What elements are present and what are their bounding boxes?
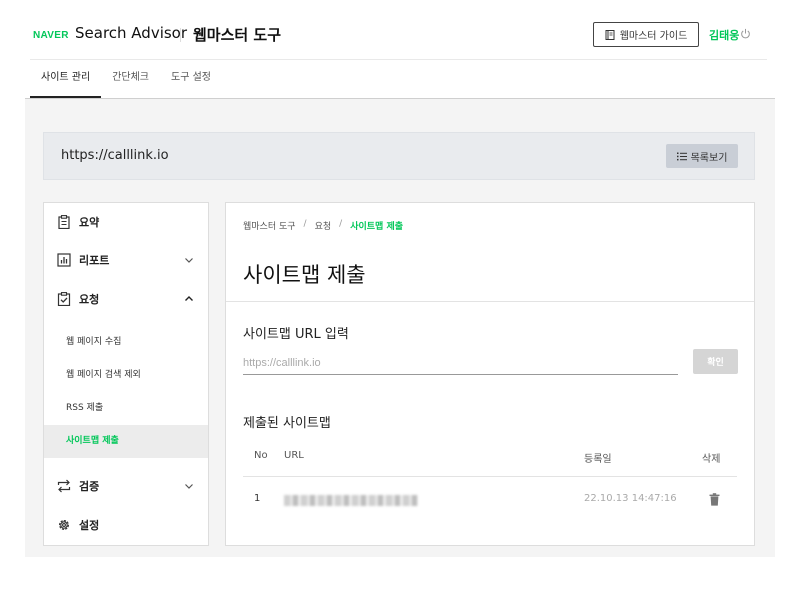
- brand-title[interactable]: Search Advisor: [75, 24, 187, 42]
- sidebar-subitem-page-collect[interactable]: 웹 페이지 수집: [44, 326, 208, 359]
- header: NAVER Search Advisor 웹마스터 도구 웹마스터 가이드 김태…: [0, 0, 801, 60]
- page-title: 사이트맵 제출: [243, 263, 366, 287]
- column-header-date: 등록일: [584, 454, 612, 465]
- tab-site-management[interactable]: 사이트 관리: [30, 60, 102, 98]
- site-bar: https://calllink.io 목록보기: [43, 132, 755, 180]
- sidebar-item-label: 리포트: [79, 254, 110, 267]
- sidebar-item-report[interactable]: 리포트: [44, 242, 208, 278]
- breadcrumb: 웹마스터 도구 / 요청 / 사이트맵 제출: [243, 219, 403, 232]
- row-no: 1: [254, 493, 261, 504]
- sidebar-item-settings[interactable]: 설정: [44, 507, 208, 543]
- chevron-down-icon: [185, 484, 193, 489]
- logout-power-icon[interactable]: [740, 28, 751, 39]
- breadcrumb-item-webmaster[interactable]: 웹마스터 도구: [243, 219, 296, 232]
- input-section-label: 사이트맵 URL 입력: [243, 327, 349, 342]
- naver-logo[interactable]: NAVER: [33, 30, 69, 41]
- book-icon: [605, 29, 615, 40]
- sidebar-subitem-sitemap-submit[interactable]: 사이트맵 제출: [44, 425, 208, 458]
- breadcrumb-separator: /: [303, 219, 307, 229]
- gear-icon: [58, 519, 70, 531]
- clipboard-check-icon: [57, 292, 71, 306]
- sidebar-subitem-page-exclude[interactable]: 웹 페이지 검색 제외: [44, 359, 208, 392]
- redacted-sitemap-url[interactable]: [284, 495, 418, 506]
- guide-button-label: 웹마스터 가이드: [619, 31, 688, 42]
- sidebar-item-label: 요약: [79, 216, 100, 229]
- brand-divider: [180, 28, 181, 42]
- sitemap-url-input[interactable]: [243, 351, 678, 375]
- sidebar-item-verify[interactable]: 검증: [44, 468, 208, 504]
- column-header-no: No: [254, 450, 268, 461]
- site-url: https://calllink.io: [61, 148, 169, 163]
- list-icon: [676, 152, 687, 160]
- sidebar: 요약 리포트 요청 웹 페이지 수집 웹 페이지 검색 제외 RSS 제출 사이…: [43, 202, 209, 546]
- breadcrumb-item-request[interactable]: 요청: [315, 219, 332, 232]
- list-view-button[interactable]: 목록보기: [666, 144, 738, 168]
- confirm-button[interactable]: 확인: [693, 349, 738, 374]
- brand-subtitle[interactable]: 웹마스터 도구: [193, 24, 281, 45]
- user-name-link[interactable]: 김태웅: [709, 27, 739, 43]
- tab-tool-settings[interactable]: 도구 설정: [160, 60, 222, 98]
- tab-quick-check[interactable]: 간단체크: [101, 60, 160, 98]
- swap-arrows-icon: [57, 479, 71, 493]
- column-header-delete: 삭제: [702, 454, 721, 465]
- sidebar-item-summary[interactable]: 요약: [44, 204, 208, 240]
- top-tabs: 사이트 관리 간단체크 도구 설정: [30, 60, 222, 98]
- chevron-down-icon: [185, 258, 193, 263]
- webmaster-guide-button[interactable]: 웹마스터 가이드: [593, 22, 699, 47]
- sidebar-item-label: 설정: [79, 519, 100, 532]
- table-header-divider: [243, 476, 737, 477]
- title-divider: [226, 301, 754, 302]
- sidebar-item-label: 검증: [79, 480, 100, 493]
- table-section-label: 제출된 사이트맵: [243, 416, 331, 431]
- trash-icon[interactable]: [709, 493, 720, 506]
- main-panel: 웹마스터 도구 / 요청 / 사이트맵 제출 사이트맵 제출 사이트맵 URL …: [225, 202, 755, 546]
- column-header-url: URL: [284, 450, 304, 461]
- breadcrumb-separator: /: [339, 219, 343, 229]
- chevron-up-icon: [185, 296, 193, 301]
- breadcrumb-item-current: 사이트맵 제출: [350, 222, 404, 232]
- list-button-label: 목록보기: [690, 152, 728, 164]
- row-date: 22.10.13 14:47:16: [584, 493, 677, 504]
- sidebar-item-label: 요청: [79, 293, 100, 306]
- sidebar-item-request[interactable]: 요청: [44, 281, 208, 317]
- clipboard-icon: [58, 215, 70, 229]
- sidebar-subitem-rss-submit[interactable]: RSS 제출: [44, 392, 208, 425]
- bar-chart-icon: [57, 253, 71, 267]
